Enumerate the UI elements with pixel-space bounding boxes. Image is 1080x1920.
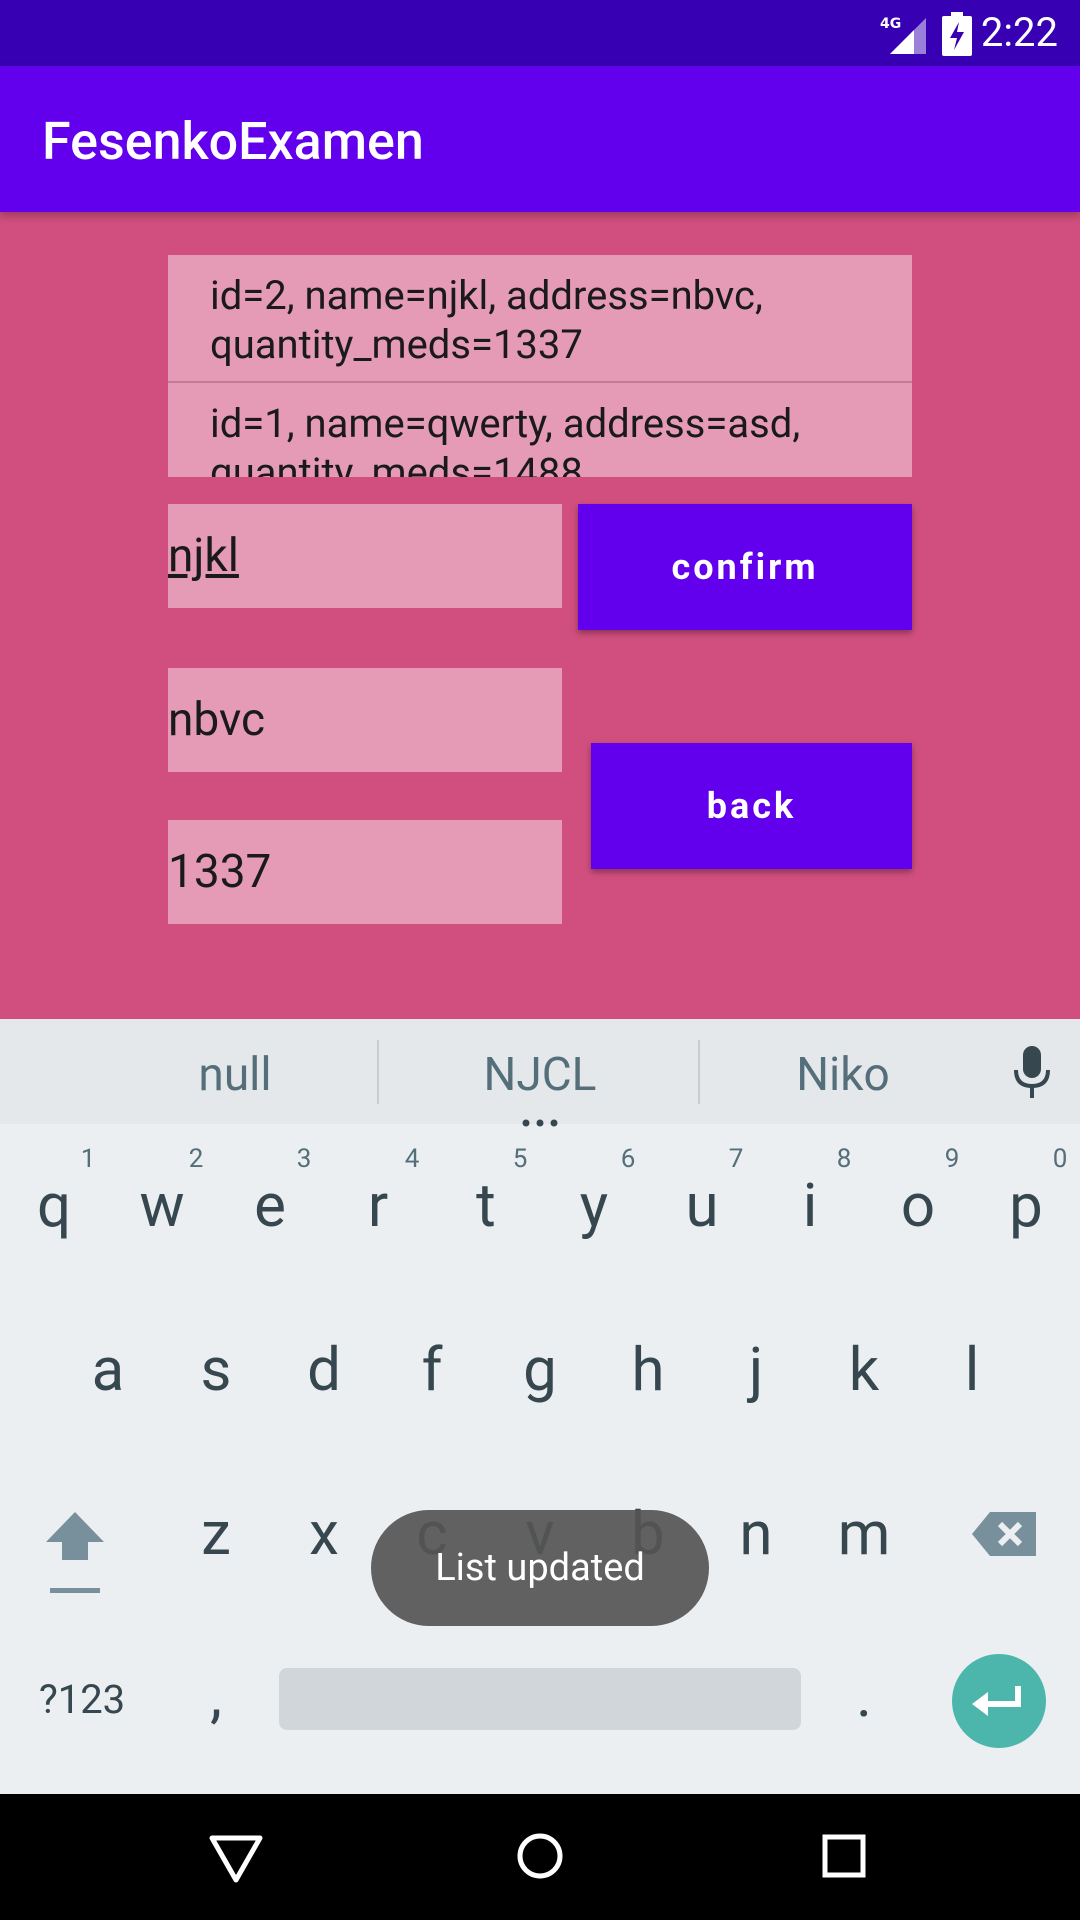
- app-title: FesenkoExamen: [42, 111, 424, 172]
- key-f[interactable]: f: [387, 1334, 477, 1405]
- suggestion-right[interactable]: Niko: [718, 1040, 968, 1110]
- svg-text:4G: 4G: [880, 16, 901, 32]
- key-p[interactable]: p: [981, 1170, 1071, 1241]
- key-k[interactable]: k: [819, 1334, 909, 1405]
- list-item[interactable]: id=1, name=qwerty, address=asd, quantity…: [168, 383, 912, 477]
- toast-message: List updated: [371, 1510, 709, 1626]
- enter-icon: [972, 1686, 1021, 1716]
- shift-icon[interactable]: [42, 1508, 108, 1596]
- more-suggestions-icon[interactable]: [520, 1112, 560, 1127]
- quantity-field-value: 1337: [168, 845, 272, 899]
- home-nav-icon[interactable]: [516, 1832, 564, 1880]
- period-key[interactable]: .: [819, 1660, 909, 1731]
- name-field[interactable]: njkl: [168, 504, 562, 608]
- key-g[interactable]: g: [495, 1334, 585, 1405]
- suggestion-center[interactable]: NJCL: [415, 1040, 665, 1110]
- key-q[interactable]: q: [9, 1170, 99, 1241]
- key-z[interactable]: z: [171, 1498, 261, 1569]
- key-l[interactable]: l: [927, 1334, 1017, 1405]
- back-nav-icon[interactable]: [208, 1834, 264, 1884]
- address-field[interactable]: nbvc: [168, 668, 562, 772]
- quantity-field[interactable]: 1337: [168, 820, 562, 924]
- key-s[interactable]: s: [171, 1334, 261, 1405]
- comma-key[interactable]: ,: [171, 1660, 261, 1731]
- records-list[interactable]: id=2, name=njkl, address=nbvc, quantity_…: [168, 255, 912, 477]
- status-clock: 2:22: [980, 9, 1058, 56]
- enter-key[interactable]: [952, 1654, 1046, 1748]
- key-u[interactable]: u: [657, 1170, 747, 1241]
- key-y[interactable]: y: [549, 1170, 639, 1241]
- key-j[interactable]: j: [711, 1334, 801, 1405]
- confirm-button[interactable]: confirm: [578, 504, 912, 630]
- suggestion-left[interactable]: null: [110, 1040, 360, 1110]
- key-e[interactable]: e: [225, 1170, 315, 1241]
- suggestion-divider: [698, 1040, 700, 1104]
- key-h[interactable]: h: [603, 1334, 693, 1405]
- key-d[interactable]: d: [279, 1334, 369, 1405]
- list-item-text: id=1, name=qwerty, address=asd, quantity…: [210, 400, 801, 477]
- key-w[interactable]: w: [117, 1170, 207, 1241]
- backspace-icon[interactable]: [972, 1510, 1038, 1558]
- key-t[interactable]: t: [441, 1170, 531, 1241]
- back-button[interactable]: back: [591, 743, 912, 869]
- suggestion-divider: [377, 1040, 379, 1104]
- microphone-icon[interactable]: [1008, 1044, 1056, 1100]
- key-x[interactable]: x: [279, 1498, 369, 1569]
- key-o[interactable]: o: [873, 1170, 963, 1241]
- key-a[interactable]: a: [63, 1334, 153, 1405]
- symbols-key[interactable]: ?123: [22, 1672, 142, 1728]
- list-item-text: id=2, name=njkl, address=nbvc, quantity_…: [210, 272, 763, 368]
- key-r[interactable]: r: [333, 1170, 423, 1241]
- signal-4g-icon: 4G: [880, 16, 926, 54]
- address-field-value: nbvc: [168, 693, 266, 747]
- space-key[interactable]: [279, 1668, 801, 1730]
- key-n[interactable]: n: [711, 1498, 801, 1569]
- recents-nav-icon[interactable]: [822, 1834, 866, 1878]
- name-field-value: njkl: [168, 529, 239, 583]
- list-item[interactable]: id=2, name=njkl, address=nbvc, quantity_…: [168, 255, 912, 381]
- key-m[interactable]: m: [819, 1498, 909, 1569]
- key-i[interactable]: i: [765, 1170, 855, 1241]
- battery-charging-icon: [942, 12, 972, 56]
